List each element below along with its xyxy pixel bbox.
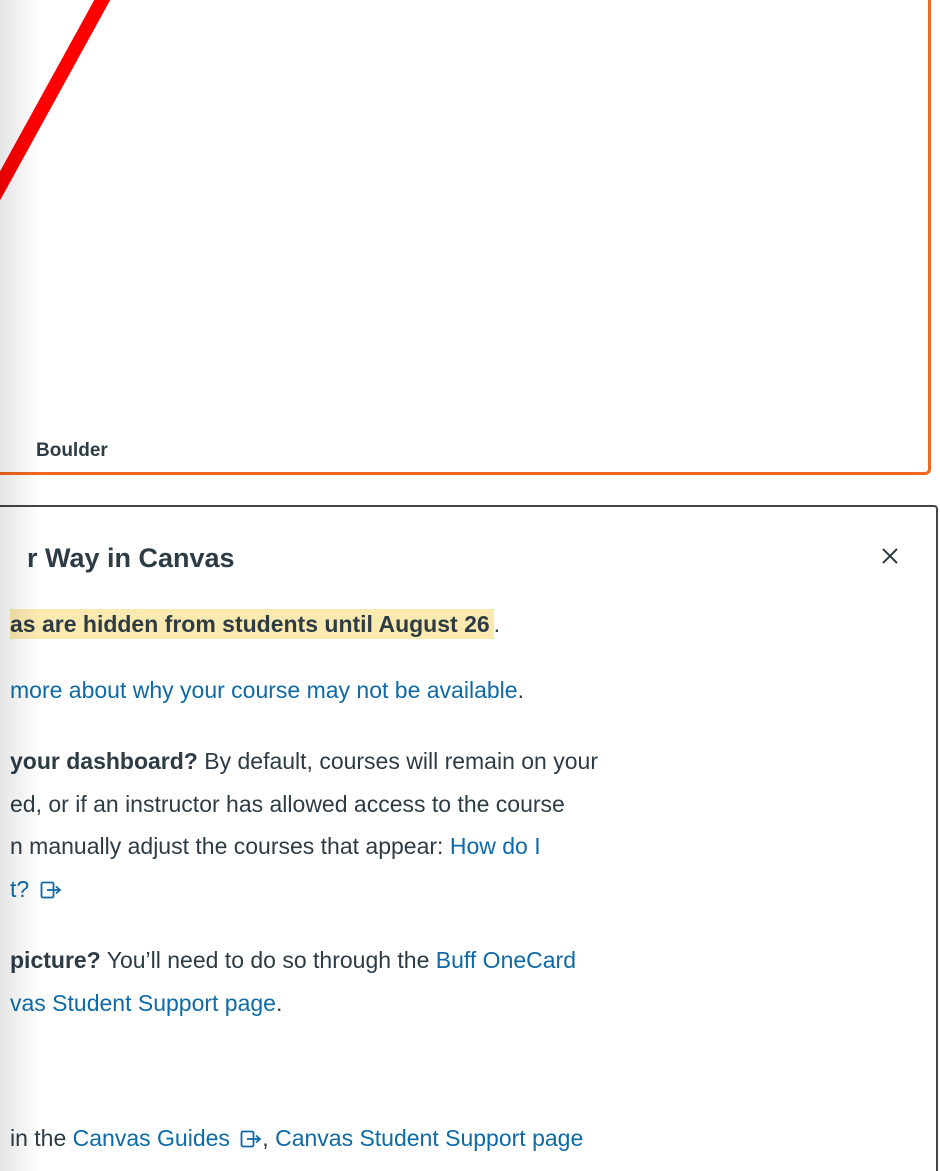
- period: .: [493, 611, 501, 637]
- hidden-courses-paragraph: as are hidden from students until August…: [10, 604, 500, 644]
- close-icon: [882, 548, 898, 564]
- course-card-footer-text: Boulder: [36, 440, 108, 461]
- how-do-i-link[interactable]: How do I: [450, 833, 541, 859]
- comma: ,: [262, 1125, 276, 1151]
- learn-more-paragraph: more about why your course may not be av…: [10, 670, 524, 710]
- guides-prefix: in the: [10, 1125, 73, 1151]
- canvas-guides-link[interactable]: Canvas Guides: [73, 1125, 230, 1151]
- dashboard-line-2: ed, or if an instructor has allowed acce…: [10, 791, 565, 817]
- buff-onecard-link[interactable]: Buff OneCard: [436, 947, 576, 973]
- how-do-i-link-end[interactable]: t?: [10, 876, 29, 902]
- picture-paragraph: picture? You’ll need to do so through th…: [10, 940, 576, 980]
- dashboard-line-3: n manually adjust the courses that appea…: [10, 826, 541, 866]
- student-support-link[interactable]: vas Student Support page: [10, 990, 276, 1016]
- external-link-icon: [240, 1130, 262, 1148]
- external-link-icon: [40, 881, 61, 899]
- picture-line-2: vas Student Support page.: [10, 983, 282, 1023]
- red-annotation-line: [0, 0, 111, 200]
- close-button[interactable]: [872, 538, 908, 574]
- dashboard-paragraph: your dashboard? By default, courses will…: [10, 741, 598, 781]
- dashboard-line3-text: n manually adjust the courses that appea…: [10, 833, 450, 859]
- guides-paragraph: in the Canvas Guides , Canvas Student Su…: [10, 1118, 583, 1158]
- dashboard-line-4: t?: [10, 869, 62, 909]
- page: Boulder r Way in Canvas as are hidden fr…: [0, 0, 940, 1171]
- dashboard-line1: By default, courses will remain on your: [197, 748, 598, 774]
- dashboard-question: your dashboard?: [10, 748, 198, 774]
- hidden-courses-highlight: as are hidden from students until August…: [10, 609, 494, 639]
- period: .: [517, 677, 524, 703]
- canvas-student-support-link[interactable]: Canvas Student Support page: [275, 1125, 583, 1151]
- picture-question: picture?: [10, 947, 101, 973]
- picture-line1: You’ll need to do so through the: [100, 947, 436, 973]
- notice-title: r Way in Canvas: [27, 543, 235, 573]
- period: .: [275, 990, 283, 1016]
- learn-more-link[interactable]: more about why your course may not be av…: [10, 677, 518, 703]
